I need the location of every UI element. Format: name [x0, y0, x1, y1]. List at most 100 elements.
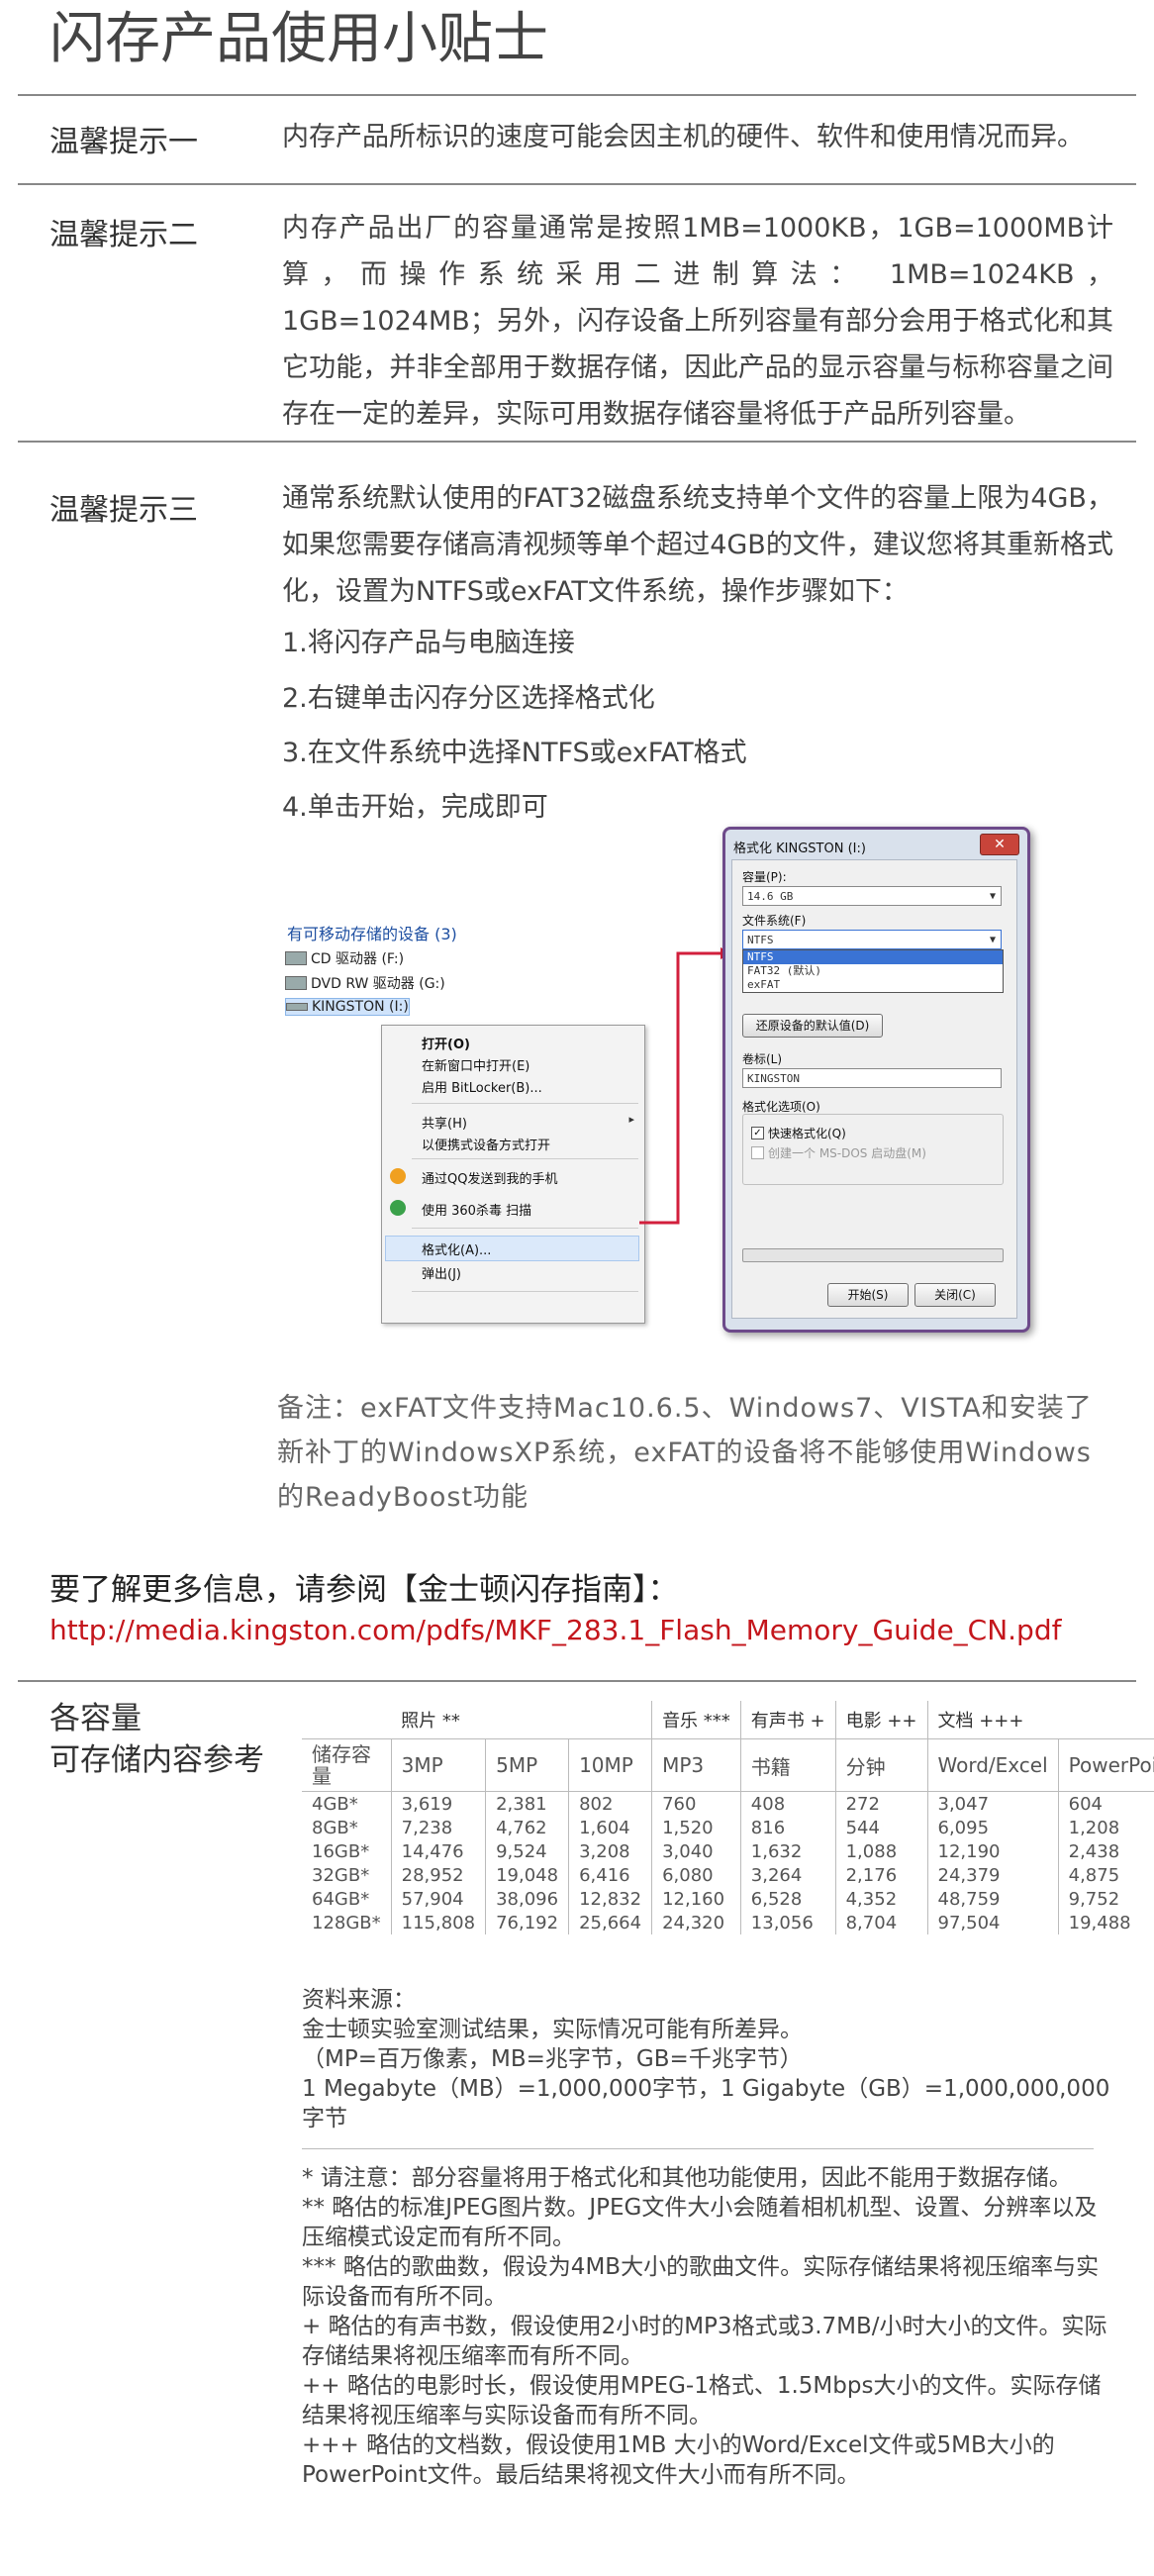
header-mp3: MP3 — [651, 1738, 741, 1792]
table-cell: 57,904 — [390, 1887, 486, 1911]
table-cell: 19,488 — [1057, 1911, 1154, 1934]
header-5mp: 5MP — [485, 1738, 569, 1792]
filesystem-label: 文件系统(F) — [742, 914, 807, 928]
table-row: 8GB* 7,238 4,762 1,604 1,520 816 544 6,095 1,208 — [302, 1816, 1154, 1839]
table-row: 4GB* 3,619 2,381 802 760 408 272 3,047 604 — [302, 1791, 1154, 1816]
table-cell: 1,208 — [1057, 1816, 1154, 1839]
volume-input[interactable]: KINGSTON — [742, 1068, 1002, 1088]
table-cell: 12,190 — [926, 1839, 1059, 1863]
divider — [18, 183, 1136, 185]
tip-1-label: 温馨提示一 — [49, 125, 198, 159]
format-screenshot: 有可移动存储的设备 (3) CD 驱动器 (F:) DVD RW 驱动器 (G:… — [277, 827, 1030, 1333]
table-row: 16GB* 14,476 9,524 3,208 3,040 1,632 1,088 12,1… — [302, 1839, 1154, 1863]
footnote: ++ 略估的电影时长，假设使用MPEG-1格式、1.5Mbps大小的文件。实际存… — [302, 2373, 1102, 2428]
footnote: +++ 略估的文档数，假设使用1MB 大小的Word/Excel文件或5MB大小… — [302, 2432, 1055, 2488]
divider — [302, 2148, 1094, 2149]
table-cell: 272 — [834, 1791, 927, 1816]
fs-option[interactable]: exFAT — [743, 978, 1003, 992]
table-row: 32GB* 28,952 19,048 6,416 6,080 3,264 2,176 24,… — [302, 1863, 1154, 1887]
table-cell: 544 — [834, 1816, 927, 1839]
footnote: ** 略估的标准JPEG图片数。JPEG文件大小会随着相机机型、设置、分辨率以及… — [302, 2195, 1098, 2250]
table-cell: 13,056 — [739, 1911, 836, 1934]
check-icon: ✓ — [751, 1127, 764, 1139]
chevron-down-icon: ▼ — [989, 935, 996, 945]
step-1: 1.将闪存产品与电脑连接 — [282, 628, 575, 658]
group-music: 音乐 *** — [651, 1701, 741, 1739]
more-info-text: 要了解更多信息，请参阅【金士顿闪存指南】： — [49, 1572, 679, 1608]
table-cell: 25,664 — [568, 1911, 652, 1934]
tip-1-text: 内存产品所标识的速度可能会因主机的硬件、软件和使用情况而异。 — [282, 122, 1084, 152]
table-cell: 38,096 — [485, 1887, 569, 1911]
msdos-checkbox[interactable]: 创建一个 MS-DOS 启动盘(M) — [751, 1144, 926, 1161]
format-options-group: ✓ 快速格式化(Q) 创建一个 MS-DOS 启动盘(M) — [742, 1114, 1004, 1185]
table-row: 64GB* 57,904 38,096 12,832 12,160 6,528 4,352 4… — [302, 1887, 1154, 1911]
step-4: 4.单击开始，完成即可 — [282, 792, 548, 823]
footnotes: * 请注意：部分容量将用于格式化和其他功能使用，因此不能用于数据存储。 ** 略… — [302, 2163, 1113, 2490]
table-cell: 802 — [568, 1791, 652, 1816]
capacity-table: 照片 ** 音乐 *** 有声书 + 电影 ++ 文档 +++ 储存容量 3MP… — [302, 1701, 1154, 1934]
table-cell: 1,088 — [834, 1839, 927, 1863]
table-cell: 2,381 — [485, 1791, 569, 1816]
header-powerpoint: PowerPoint — [1057, 1738, 1154, 1792]
fs-option[interactable]: NTFS — [743, 950, 1003, 964]
table-cell: 9,752 — [1057, 1887, 1154, 1911]
table-cell: 3,264 — [739, 1863, 836, 1887]
volume-label: 卷标(L) — [742, 1052, 783, 1066]
quick-format-checkbox[interactable]: ✓ 快速格式化(Q) — [751, 1125, 846, 1141]
table-cell: 115,808 — [390, 1911, 486, 1934]
restore-defaults-button[interactable]: 还原设备的默认值(D) — [742, 1014, 883, 1038]
table-cell: 4,875 — [1057, 1863, 1154, 1887]
table-row: 128GB* 115,808 76,192 25,664 24,320 13,056 8,7… — [302, 1911, 1154, 1934]
guide-link[interactable]: http://media.kingston.com/pdfs/MKF_283.1… — [49, 1614, 1061, 1646]
header-10mp: 10MP — [568, 1738, 652, 1792]
filesystem-select[interactable]: NTFS ▼ — [742, 930, 1002, 949]
table-cell: 48,759 — [926, 1887, 1059, 1911]
table-cell: 9,524 — [485, 1839, 569, 1863]
table-cell: 6,095 — [926, 1816, 1059, 1839]
table-cell: 128GB* — [312, 1912, 381, 1933]
close-icon[interactable]: ✕ — [980, 834, 1019, 855]
divider — [18, 441, 1136, 443]
format-options-label: 格式化选项(O) — [742, 1100, 820, 1114]
table-cell: 97,504 — [926, 1911, 1059, 1934]
table-cell: 7,238 — [390, 1816, 486, 1839]
table-cell: 28,952 — [390, 1863, 486, 1887]
table-cell: 19,048 — [485, 1863, 569, 1887]
table-cell: 8GB* — [312, 1817, 358, 1838]
table-cell: 1,520 — [651, 1816, 741, 1839]
table-cell: 3,040 — [651, 1839, 741, 1863]
tip-3-label: 温馨提示三 — [49, 493, 198, 528]
format-dialog: 格式化 KINGSTON (I:) ✕ 容量(P): 14.6 GB ▼ 文件系… — [722, 827, 1030, 1333]
table-cell: 3,619 — [390, 1791, 486, 1816]
table-cell: 4,352 — [834, 1887, 927, 1911]
tip-2-text: 内存产品出厂的容量通常是按照1MB=1000KB，1GB=1000MB计算，而操… — [282, 213, 1113, 430]
step-2: 2.右键单击闪存分区选择格式化 — [282, 683, 655, 714]
table-cell: 16GB* — [312, 1840, 370, 1862]
format-progress-bar — [742, 1248, 1004, 1262]
table-cell: 4,762 — [485, 1816, 569, 1839]
group-documents: 文档 +++ — [926, 1701, 1154, 1739]
tip-2-label: 温馨提示二 — [49, 218, 198, 252]
table-cell: 1,604 — [568, 1816, 652, 1839]
header-3mp: 3MP — [390, 1738, 486, 1792]
table-cell: 760 — [651, 1791, 741, 1816]
start-button[interactable]: 开始(S) — [827, 1283, 909, 1307]
divider — [18, 94, 1136, 96]
capacity-label: 容量(P): — [742, 870, 787, 884]
capacity-title: 各容量 可存储内容参考 — [49, 1701, 264, 1778]
capacity-select[interactable]: 14.6 GB ▼ — [742, 886, 1002, 906]
note-text: 备注：exFAT文件支持Mac10.6.5、Windows7、VISTA和安装了… — [277, 1393, 1093, 1513]
page-title: 闪存产品使用小贴士 — [49, 7, 548, 71]
dialog-body: 容量(P): 14.6 GB ▼ 文件系统(F) NTFS ▼ NTFS FAT… — [731, 859, 1017, 1319]
fs-option[interactable]: FAT32 (默认) — [743, 964, 1003, 978]
header-capacity: 储存容量 — [302, 1738, 392, 1792]
table-cell: 3,047 — [926, 1791, 1059, 1816]
close-button[interactable]: 关闭(C) — [914, 1283, 996, 1307]
group-movie: 电影 ++ — [834, 1701, 927, 1739]
group-audiobook: 有声书 + — [739, 1701, 836, 1739]
footnote: *** 略估的歌曲数，假设为4MB大小的歌曲文件。实际存储结果将视压缩率与实际设… — [302, 2254, 1100, 2310]
dialog-title: 格式化 KINGSTON (I:) — [733, 842, 866, 856]
filesystem-options: NTFS FAT32 (默认) exFAT — [742, 949, 1004, 993]
table-cell: 24,320 — [651, 1911, 741, 1934]
table-cell: 12,832 — [568, 1887, 652, 1911]
